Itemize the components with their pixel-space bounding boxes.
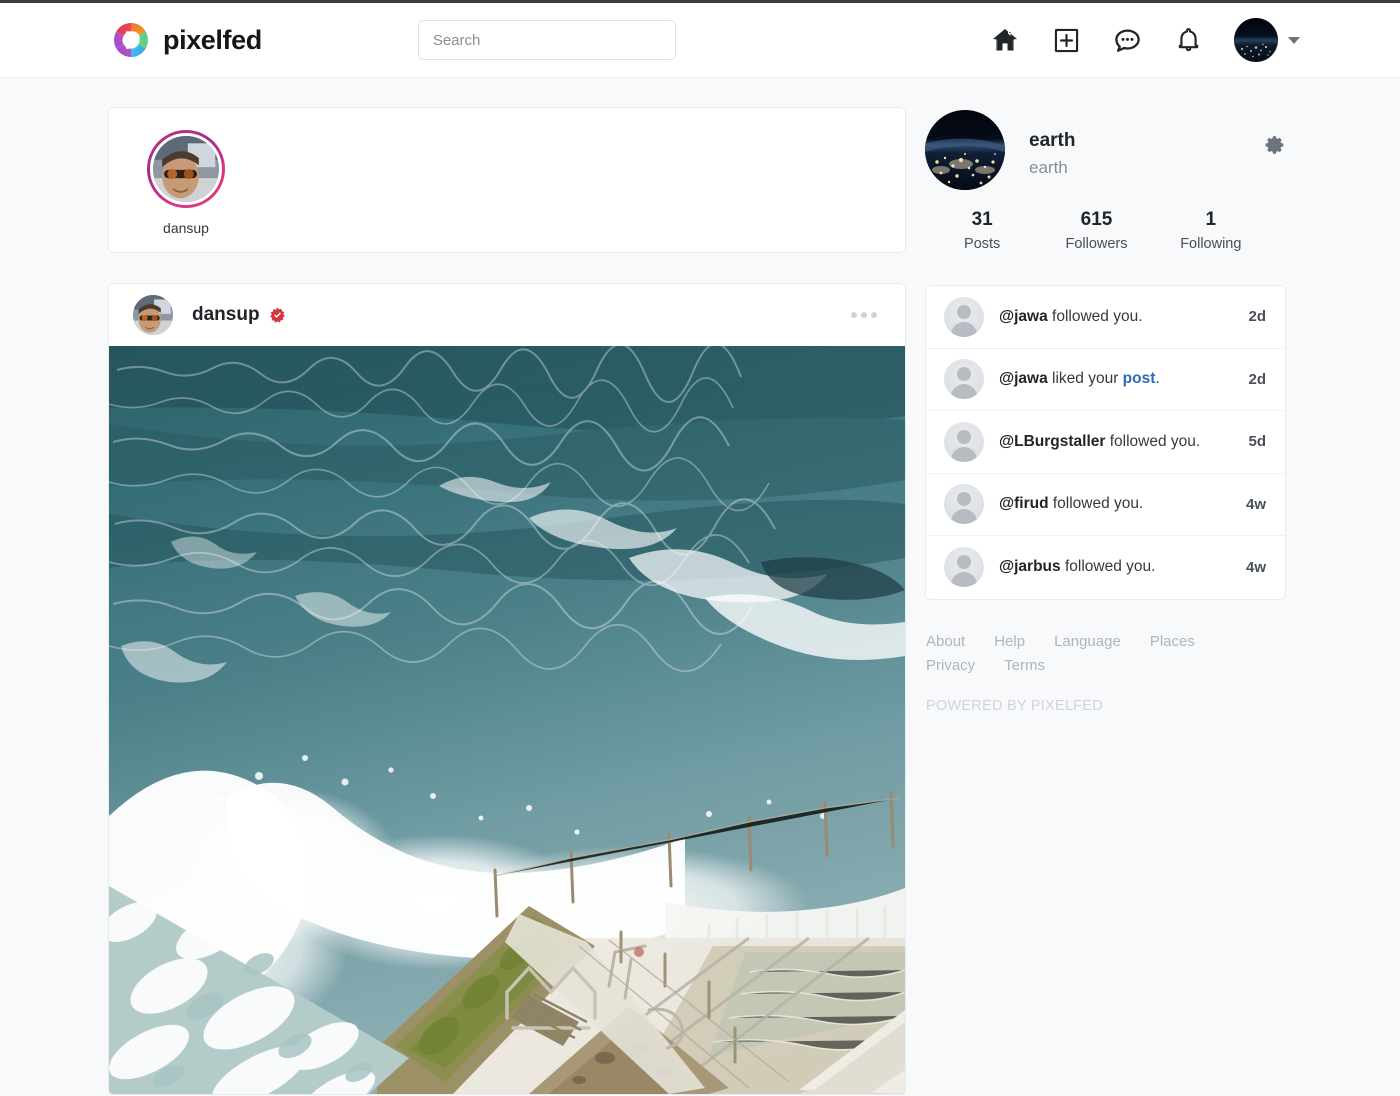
- stat-value: 1: [1205, 209, 1217, 230]
- profile-summary: earth earth: [925, 107, 1286, 190]
- notification-user[interactable]: @firud: [999, 495, 1049, 512]
- notification-action: liked your: [1047, 370, 1123, 388]
- direct-messages-icon[interactable]: [1112, 25, 1142, 55]
- gear-icon[interactable]: [1264, 110, 1286, 161]
- footer-link-language[interactable]: Language: [1054, 633, 1121, 650]
- user-placeholder-avatar-icon: [944, 359, 984, 400]
- user-placeholder-avatar-icon: [944, 547, 984, 588]
- notification-user[interactable]: @LBurgstaller: [999, 433, 1105, 450]
- notification-action: followed you.: [1047, 307, 1143, 325]
- pixelfed-logo-icon: [112, 21, 150, 59]
- notification-text: @jawa liked your post.: [999, 370, 1240, 388]
- post-author-username[interactable]: dansup: [192, 304, 260, 326]
- stat-label: Posts: [964, 236, 1001, 252]
- home-icon[interactable]: [990, 25, 1020, 55]
- post-author-avatar[interactable]: [133, 295, 173, 335]
- notification-text: @jawa followed you.: [999, 308, 1240, 326]
- notification-row[interactable]: @jawa followed you. 2d: [926, 286, 1285, 349]
- footer-link-terms[interactable]: Terms: [1004, 657, 1045, 674]
- search-container: [417, 20, 676, 60]
- nav-actions: [990, 18, 1300, 62]
- notification-time: 2d: [1248, 308, 1266, 326]
- user-placeholder-avatar-icon: [944, 484, 984, 525]
- post-card: dansup: [108, 283, 906, 1095]
- notification-time: 4w: [1245, 558, 1266, 576]
- story-ring: [147, 130, 225, 208]
- notification-suffix: .: [1155, 370, 1160, 388]
- powered-by-label: POWERED BY PIXELFED: [926, 697, 1103, 714]
- main-column: dansup dansup: [108, 107, 906, 1095]
- stat-posts[interactable]: 31 Posts: [925, 209, 1039, 252]
- notification-time: 2d: [1248, 370, 1266, 388]
- notifications-panel: @jawa followed you. 2d @jawa liked your …: [925, 285, 1286, 600]
- notification-row[interactable]: @jarbus followed you. 4w: [926, 536, 1285, 599]
- notification-user[interactable]: @jawa: [999, 370, 1048, 387]
- top-navigation-bar: pixelfed: [0, 3, 1400, 78]
- footer-links: About Help Language Places Privacy Terms: [926, 633, 1286, 674]
- notification-time: 4w: [1245, 495, 1266, 513]
- notification-post-link[interactable]: post: [1123, 370, 1156, 387]
- brand-name: pixelfed: [163, 24, 262, 55]
- profile-avatar[interactable]: [925, 110, 1005, 190]
- search-input[interactable]: [417, 20, 676, 60]
- notification-row[interactable]: @jawa liked your post. 2d: [926, 349, 1285, 411]
- story-username: dansup: [163, 220, 209, 236]
- footer: About Help Language Places Privacy Terms…: [925, 633, 1286, 714]
- avatar: [1234, 18, 1278, 62]
- post-photo[interactable]: [109, 346, 905, 1094]
- notification-row[interactable]: @LBurgstaller followed you. 5d: [926, 411, 1285, 474]
- story-avatar: [150, 133, 222, 205]
- notification-action: followed you.: [1060, 558, 1156, 576]
- notifications-bell-icon[interactable]: [1173, 25, 1203, 55]
- page-body: dansup dansup earth earth 31 Posts 615 F…: [0, 78, 1400, 1095]
- create-post-icon[interactable]: [1051, 25, 1081, 55]
- footer-link-help[interactable]: Help: [994, 633, 1025, 650]
- notification-user[interactable]: @jawa: [999, 308, 1048, 325]
- account-menu-button[interactable]: [1234, 18, 1300, 62]
- footer-link-places[interactable]: Places: [1150, 633, 1195, 650]
- stat-following[interactable]: 1 Following: [1154, 209, 1268, 252]
- notification-time: 5d: [1248, 433, 1266, 451]
- brand-home-link[interactable]: pixelfed: [112, 21, 262, 59]
- stat-value: 31: [971, 209, 993, 230]
- user-placeholder-avatar-icon: [944, 296, 984, 337]
- footer-link-about[interactable]: About: [926, 633, 965, 650]
- profile-display-name: earth: [1029, 157, 1068, 177]
- profile-stats: 31 Posts 615 Followers 1 Following: [925, 209, 1286, 252]
- profile-meta: earth earth: [1029, 110, 1075, 178]
- notification-action: followed you.: [1048, 495, 1144, 513]
- stat-label: Following: [1180, 236, 1242, 252]
- profile-username[interactable]: earth: [1029, 129, 1075, 153]
- notification-action: followed you.: [1105, 432, 1201, 450]
- stat-label: Followers: [1065, 236, 1128, 252]
- more-options-icon[interactable]: [843, 304, 885, 326]
- notification-text: @LBurgstaller followed you.: [999, 433, 1240, 451]
- stories-carousel: dansup: [108, 107, 906, 253]
- story-item[interactable]: dansup: [131, 130, 241, 236]
- user-placeholder-avatar-icon: [944, 421, 984, 462]
- chevron-down-icon: [1288, 36, 1300, 44]
- verified-badge-icon: [269, 307, 286, 324]
- stat-value: 615: [1080, 209, 1113, 230]
- stat-followers[interactable]: 615 Followers: [1039, 209, 1153, 252]
- notification-row[interactable]: @firud followed you. 4w: [926, 474, 1285, 536]
- footer-link-privacy[interactable]: Privacy: [926, 657, 975, 674]
- notification-text: @firud followed you.: [999, 495, 1238, 513]
- sidebar-column: earth earth 31 Posts 615 Followers 1 Fol…: [925, 107, 1286, 714]
- notification-text: @jarbus followed you.: [999, 558, 1238, 576]
- notification-user[interactable]: @jarbus: [999, 558, 1061, 575]
- post-header: dansup: [109, 284, 905, 346]
